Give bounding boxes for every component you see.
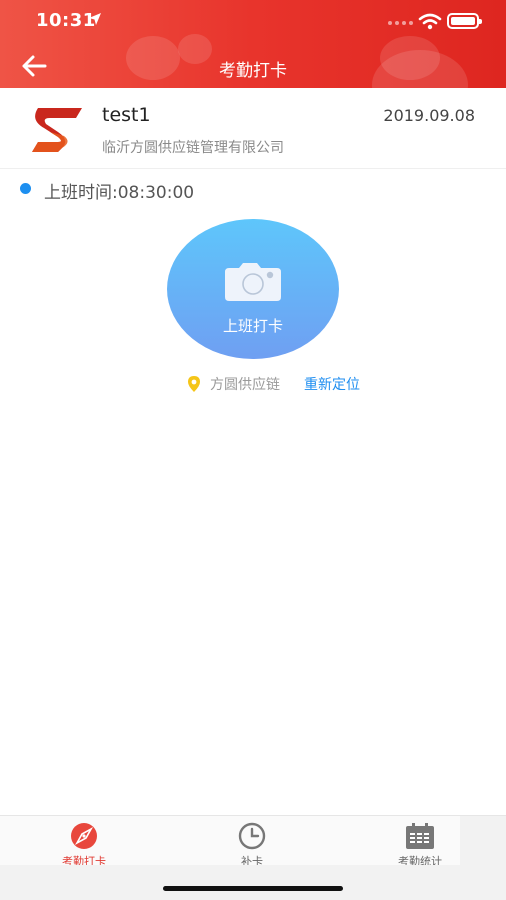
camera-icon (225, 263, 281, 301)
bottom-safe-area (0, 865, 506, 900)
location-pin-icon (188, 376, 200, 392)
tab-bar-edge (460, 815, 506, 865)
location-arrow-icon (89, 13, 101, 25)
company-logo (32, 108, 82, 152)
tab-attendance[interactable]: 考勤打卡 (24, 816, 144, 868)
relocate-link[interactable]: 重新定位 (304, 374, 360, 394)
punch-in-label: 上班打卡 (222, 317, 283, 335)
cellular-signal-icon (388, 21, 413, 25)
punch-date: 2019.09.08 (383, 106, 475, 125)
tab-bar: 考勤打卡 补卡 考勤统计 (0, 815, 460, 868)
divider (0, 168, 506, 169)
tab-makeup-punch[interactable]: 补卡 (192, 816, 312, 868)
compass-icon (71, 823, 97, 849)
timeline-dot (20, 183, 31, 194)
home-indicator[interactable] (163, 886, 343, 891)
page-title: 考勤打卡 (219, 61, 287, 81)
header: 10:31 考勤打卡 (0, 0, 506, 88)
wifi-icon (418, 13, 442, 30)
shift-start-time: 上班时间:08:30:00 (44, 183, 195, 203)
calendar-icon (406, 823, 434, 849)
battery-icon (447, 13, 482, 29)
punch-in-button[interactable]: 上班打卡 (167, 219, 339, 359)
company-name: 临沂方圆供应链管理有限公司 (102, 140, 284, 156)
user-name: test1 (102, 104, 151, 126)
clock-icon (238, 822, 266, 850)
attendance-screen: 10:31 考勤打卡 test1 2019.09.08 临沂方圆供应链管理有限公… (0, 0, 506, 900)
current-location: 方圆供应链 (210, 377, 280, 393)
status-time: 10:31 (36, 10, 96, 31)
